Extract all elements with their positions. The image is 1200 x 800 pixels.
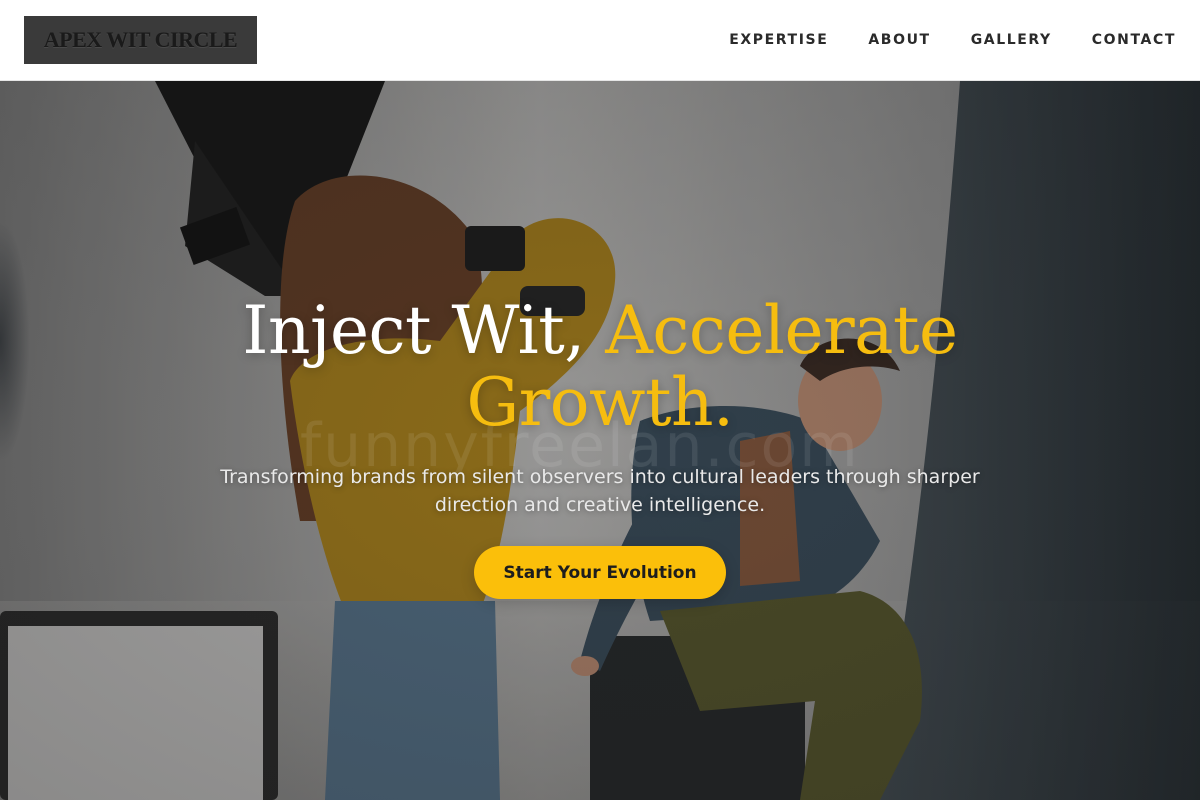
nav-link-gallery[interactable]: GALLERY bbox=[971, 32, 1052, 48]
hero-headline: Inject Wit, Accelerate Growth. bbox=[150, 295, 1050, 439]
nav-link-contact[interactable]: CONTACT bbox=[1092, 32, 1176, 48]
headline-white-part: Inject Wit, bbox=[242, 292, 606, 369]
site-logo[interactable]: APEX WIT CIRCLE bbox=[24, 16, 257, 64]
hero-section: funnyfreelan.com Inject Wit, Accelerate … bbox=[0, 81, 1200, 800]
site-header: APEX WIT CIRCLE EXPERTISE ABOUT GALLERY … bbox=[0, 0, 1200, 81]
start-evolution-button[interactable]: Start Your Evolution bbox=[474, 546, 726, 599]
nav-link-expertise[interactable]: EXPERTISE bbox=[729, 32, 828, 48]
hero-subtext: Transforming brands from silent observer… bbox=[220, 466, 980, 516]
nav-link-about[interactable]: ABOUT bbox=[868, 32, 930, 48]
hero-content: Inject Wit, Accelerate Growth. Transform… bbox=[0, 81, 1200, 800]
main-nav: EXPERTISE ABOUT GALLERY CONTACT bbox=[729, 32, 1176, 48]
logo-text: APEX WIT CIRCLE bbox=[43, 27, 238, 52]
